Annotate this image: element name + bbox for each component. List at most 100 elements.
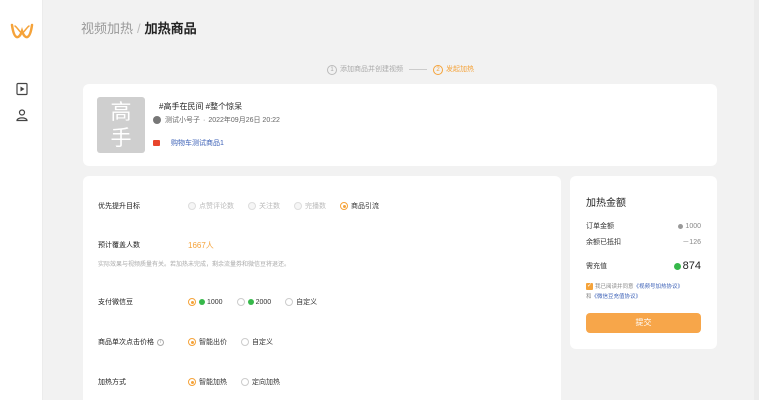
order-amount: 1000 bbox=[678, 223, 701, 230]
product-name[interactable]: 购物车测试商品1 bbox=[171, 138, 224, 148]
radio-icon bbox=[248, 202, 256, 210]
video-meta: 测试小号子 · 2022年09月26日 20:22 bbox=[153, 115, 280, 125]
pay-options: 1000 2000 自定义 bbox=[188, 297, 331, 307]
channels-logo-icon[interactable] bbox=[10, 22, 34, 44]
step-1-number: 1 bbox=[327, 64, 337, 75]
option-label: 关注数 bbox=[259, 203, 280, 210]
amount-title: 加热金额 bbox=[586, 198, 626, 209]
price-options: 智能出价 自定义 bbox=[188, 337, 287, 347]
heat-form: 优先提升目标 点赞评论数 关注数 完播数 商品引流 预计覆盖人数 1667人 实… bbox=[83, 176, 561, 400]
agree-prefix: 我已阅读并同意 bbox=[595, 284, 634, 290]
option-label: 定向加热 bbox=[252, 379, 280, 386]
price-option-smart[interactable]: 智能出价 bbox=[188, 337, 227, 347]
goal-option-product[interactable]: 商品引流 bbox=[340, 201, 379, 211]
radio-icon bbox=[294, 202, 302, 210]
wechat-bean-icon bbox=[673, 262, 681, 270]
recharge-row: 需充值 874 bbox=[586, 260, 701, 272]
meta-dot: · bbox=[203, 116, 206, 124]
goal-option-completion[interactable]: 完播数 bbox=[294, 201, 326, 211]
heat-agreement-link[interactable]: 《视频号加热协议》 bbox=[634, 284, 684, 290]
method-option-targeted[interactable]: 定向加热 bbox=[241, 377, 280, 387]
radio-icon bbox=[241, 338, 249, 346]
video-author: 测试小号子 bbox=[165, 117, 200, 124]
sidebar bbox=[0, 0, 43, 400]
goal-option-follows[interactable]: 关注数 bbox=[248, 201, 280, 211]
breadcrumb-parent[interactable]: 视频加热 bbox=[81, 21, 133, 36]
bean-icon bbox=[678, 223, 684, 229]
video-title: #高手在民间 #整个惊呆 bbox=[159, 102, 243, 111]
video-cover: 高 手 bbox=[97, 97, 145, 153]
agree-checkbox[interactable]: ✓ bbox=[586, 283, 593, 291]
price-label: 商品单次点击价格 bbox=[98, 339, 154, 346]
coverage-value: 1667人 bbox=[188, 241, 214, 250]
option-label: 完播数 bbox=[305, 203, 326, 210]
step-1: 1 添加商品并创建视频 bbox=[327, 64, 403, 75]
price-option-custom[interactable]: 自定义 bbox=[241, 337, 273, 347]
wechat-bean-icon bbox=[247, 299, 254, 305]
video-icon[interactable] bbox=[15, 82, 29, 96]
radio-icon bbox=[188, 202, 196, 210]
radio-checked-icon bbox=[188, 338, 196, 346]
video-date: 2022年09月26日 20:22 bbox=[208, 117, 280, 124]
user-icon[interactable] bbox=[15, 108, 29, 122]
option-label: 智能加热 bbox=[199, 379, 227, 386]
balance-label: 余额已抵扣 bbox=[586, 239, 621, 246]
radio-icon bbox=[236, 298, 245, 306]
pay-option-1000[interactable]: 1000 bbox=[188, 298, 223, 306]
pay-option-custom[interactable]: 自定义 bbox=[285, 297, 317, 307]
video-product[interactable]: 购物车测试商品1 bbox=[153, 138, 224, 148]
option-label: 1000 bbox=[207, 298, 223, 306]
wechat-bean-icon bbox=[199, 299, 205, 305]
radio-checked-icon bbox=[340, 202, 348, 210]
goal-label: 优先提升目标 bbox=[98, 203, 140, 210]
pay-option-2000[interactable]: 2000 bbox=[236, 298, 272, 306]
coverage-label: 预计覆盖人数 bbox=[98, 242, 140, 249]
step-indicator: 1 添加商品并创建视频 2 发起加热 bbox=[327, 63, 474, 75]
goal-options: 点赞评论数 关注数 完播数 商品引流 bbox=[188, 201, 393, 211]
scrollbar[interactable] bbox=[754, 0, 759, 400]
option-label: 自定义 bbox=[296, 299, 318, 306]
author-avatar-icon bbox=[153, 116, 161, 124]
radio-icon bbox=[285, 298, 294, 306]
need-label: 需充值 bbox=[586, 263, 607, 270]
amount-card: 加热金额 订单金额 1000 余额已抵扣 －126 需充值 874 ✓ 我已阅读并… bbox=[570, 176, 717, 349]
order-label: 订单金额 bbox=[586, 223, 614, 230]
option-label: 智能出价 bbox=[199, 339, 227, 346]
radio-icon bbox=[241, 378, 249, 386]
step-2: 2 发起加热 bbox=[433, 64, 474, 75]
breadcrumb-separator: / bbox=[137, 21, 141, 36]
goal-option-comments[interactable]: 点赞评论数 bbox=[188, 201, 234, 211]
option-label: 自定义 bbox=[252, 339, 273, 346]
submit-button[interactable]: 提交 bbox=[586, 313, 701, 333]
shopping-bag-icon bbox=[153, 140, 160, 146]
agreement: ✓ 我已阅读并同意《视频号加热协议》 和《微信豆充值协议》 bbox=[586, 282, 706, 302]
step-1-label: 添加商品并创建视频 bbox=[340, 65, 403, 73]
radio-checked-icon bbox=[188, 298, 196, 306]
method-label: 加热方式 bbox=[98, 379, 126, 386]
breadcrumb-current: 加热商品 bbox=[144, 21, 197, 36]
radio-checked-icon bbox=[188, 378, 196, 386]
balance-amount: －126 bbox=[682, 237, 701, 247]
method-options: 智能加热 定向加热 bbox=[188, 377, 294, 387]
balance-row: 余额已抵扣 －126 bbox=[586, 237, 701, 247]
option-label: 商品引流 bbox=[351, 203, 379, 210]
method-option-smart[interactable]: 智能加热 bbox=[188, 377, 227, 387]
need-value: 874 bbox=[682, 260, 701, 272]
recharge-agreement-link[interactable]: 《微信豆充值协议》 bbox=[592, 294, 642, 300]
option-label: 点赞评论数 bbox=[199, 203, 234, 210]
video-card: 高 手 #高手在民间 #整个惊呆 测试小号子 · 2022年09月26日 20:… bbox=[83, 84, 717, 166]
cover-text-bottom: 手 bbox=[110, 126, 132, 150]
step-2-label: 发起加热 bbox=[446, 65, 474, 73]
step-2-number: 2 bbox=[433, 64, 443, 75]
info-icon[interactable]: i bbox=[157, 338, 164, 346]
option-label: 2000 bbox=[255, 298, 272, 306]
step-divider bbox=[409, 68, 427, 70]
cover-text-top: 高 bbox=[110, 100, 132, 124]
order-value: 1000 bbox=[685, 222, 701, 230]
pay-label: 支付微信豆 bbox=[98, 299, 133, 306]
order-row: 订单金额 1000 bbox=[586, 221, 701, 231]
coverage-note: 实际效果与视频质量有关。若加热未完成，剩余流量券和微信豆将退还。 bbox=[98, 262, 291, 268]
breadcrumb: 视频加热 / 加热商品 bbox=[81, 18, 197, 37]
need-amount: 874 bbox=[673, 260, 701, 272]
balance-value: －126 bbox=[682, 239, 701, 246]
